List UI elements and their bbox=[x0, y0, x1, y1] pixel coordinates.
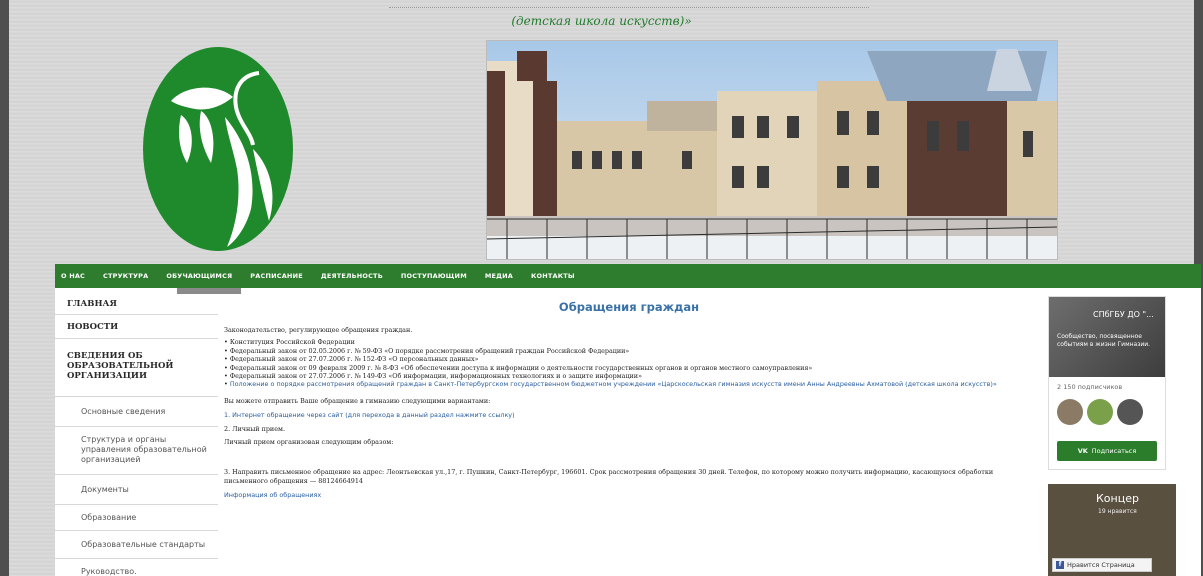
page-title: Обращения граждан bbox=[558, 300, 700, 314]
sidebar-item-news[interactable]: НОВОСТИ bbox=[55, 315, 218, 339]
options-intro: Вы можете отправить Ваше обращение в гим… bbox=[224, 396, 491, 405]
avatar[interactable] bbox=[1057, 399, 1083, 425]
vk-subscribe-button[interactable]: VK Подписаться bbox=[1057, 441, 1157, 461]
vk-subscribers[interactable]: 2 150 подписчиков bbox=[1057, 383, 1122, 391]
sidebar-item-documents[interactable]: Документы bbox=[55, 475, 218, 505]
vk-logo-icon: VK bbox=[1077, 447, 1088, 455]
nav-item-activity[interactable]: ДЕЯТЕЛЬНОСТЬ bbox=[321, 272, 383, 280]
sidebar-item-org-info[interactable]: СВЕДЕНИЯ ОБ ОБРАЗОВАТЕЛЬНОЙ ОРГАНИЗАЦИИ bbox=[55, 339, 218, 397]
regulation-link[interactable]: Положение о порядке рассмотрения обращен… bbox=[230, 380, 997, 388]
fb-page-title[interactable]: Концер bbox=[1096, 492, 1139, 505]
laws-list: Конституция Российской Федерации Федерал… bbox=[224, 338, 1034, 388]
sidebar-item-standards[interactable]: Образовательные стандарты bbox=[55, 531, 218, 559]
sidebar-menu: ГЛАВНАЯ НОВОСТИ СВЕДЕНИЯ ОБ ОБРАЗОВАТЕЛЬ… bbox=[55, 288, 241, 576]
logo[interactable] bbox=[141, 45, 301, 255]
fb-widget: Концер 19 нравится f Нравится Страница bbox=[1048, 484, 1176, 576]
page: (детская школа искусств)» О НАС СТРУКТУР… bbox=[9, 0, 1201, 576]
option2-text: 2. Личный прием. bbox=[224, 424, 285, 433]
vk-widget: СПбГБУ ДО "... Сообщество, посвященное с… bbox=[1048, 296, 1166, 470]
list-item: Федеральный закон от 27.07.2006 г. № 152… bbox=[224, 355, 1034, 363]
sidebar-item-education[interactable]: Образование bbox=[55, 505, 218, 531]
list-item: Федеральный закон от 02.05.2006 г. № 59-… bbox=[224, 347, 1034, 355]
snowdrop-logo-icon bbox=[143, 47, 293, 251]
option3-text: 3. Направить письменное обращение на адр… bbox=[224, 468, 994, 485]
vk-group-name[interactable]: СПбГБУ ДО "... bbox=[1093, 310, 1154, 319]
school-name: (детская школа искусств)» bbox=[511, 14, 692, 28]
option1-line: 1. Интернет обращение через сайт (для пе… bbox=[224, 411, 1034, 419]
sidebar-item-structure[interactable]: Структура и органы управления образовате… bbox=[55, 427, 218, 475]
sidebar-item-main[interactable]: ГЛАВНАЯ bbox=[55, 293, 218, 315]
fb-like-label: Нравится Страница bbox=[1067, 561, 1135, 569]
sidebar-item-staff[interactable]: Руководство. Педагогический состав bbox=[55, 559, 218, 576]
left-frame-strip bbox=[0, 0, 9, 576]
list-item: Конституция Российской Федерации bbox=[224, 338, 1034, 346]
list-item: Федеральный закон от 09 февраля 2009 г. … bbox=[224, 364, 1034, 372]
vk-avatars bbox=[1057, 399, 1143, 425]
main-content: Обращения граждан Законодательство, регу… bbox=[224, 300, 1034, 500]
vk-subscribe-label: Подписаться bbox=[1091, 447, 1137, 455]
fb-likes: 19 нравится bbox=[1098, 508, 1137, 515]
facebook-icon: f bbox=[1056, 561, 1064, 569]
nav-item-schedule[interactable]: РАСПИСАНИЕ bbox=[250, 272, 303, 280]
vk-group-desc: Сообщество, посвященное событиям в жизни… bbox=[1057, 333, 1151, 348]
intro-text: Законодательство, регулирующее обращения… bbox=[224, 326, 413, 334]
online-appeal-link[interactable]: 1. Интернет обращение через сайт (для пе… bbox=[224, 411, 515, 419]
option2-desc: Личный прием организован следующим образ… bbox=[224, 438, 394, 447]
nav-item-contacts[interactable]: КОНТАКТЫ bbox=[531, 272, 575, 280]
sidebar-item-basic-info[interactable]: Основные сведения bbox=[55, 397, 218, 427]
nav-item-admission[interactable]: ПОСТУПАЮЩИМ bbox=[401, 272, 467, 280]
fb-like-button[interactable]: f Нравится Страница bbox=[1052, 558, 1152, 572]
avatar[interactable] bbox=[1117, 399, 1143, 425]
header-top-cut bbox=[389, 0, 869, 8]
info-line: Информация об обращениях bbox=[224, 491, 1034, 499]
nav-item-students[interactable]: ОБУЧАЮЩИМСЯ bbox=[166, 272, 232, 280]
list-item: Федеральный закон от 27.07.2006 г. № 149… bbox=[224, 372, 1034, 380]
nav-item-media[interactable]: МЕДИА bbox=[485, 272, 513, 280]
main-nav: О НАС СТРУКТУРА ОБУЧАЮЩИМСЯ РАСПИСАНИЕ Д… bbox=[55, 264, 1201, 288]
appeals-info-link[interactable]: Информация об обращениях bbox=[224, 491, 321, 499]
banner-photo bbox=[486, 40, 1058, 260]
avatar[interactable] bbox=[1087, 399, 1113, 425]
list-item: Положение о порядке рассмотрения обращен… bbox=[224, 380, 1034, 388]
nav-item-structure[interactable]: СТРУКТУРА bbox=[103, 272, 148, 280]
school-building-image bbox=[487, 41, 1057, 259]
sidebar-top-bar bbox=[177, 288, 241, 294]
nav-item-about[interactable]: О НАС bbox=[61, 272, 85, 280]
